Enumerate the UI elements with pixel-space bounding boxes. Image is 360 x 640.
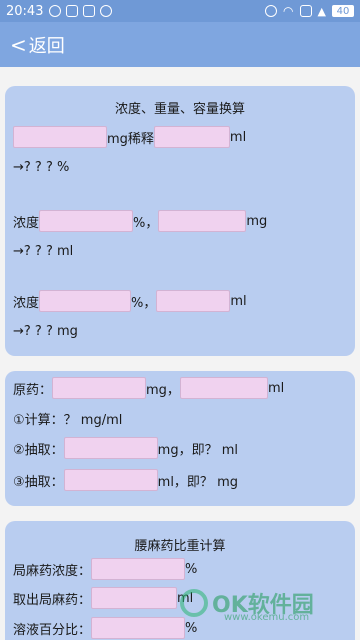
anesthetic-volume-input[interactable] [91,587,178,609]
ml-input[interactable] [156,290,231,312]
card1-r3-result-text: →? ? ? mg [13,324,78,339]
card1-r2-label: 浓度 [13,215,40,231]
card2-r4-unit: ml，即？ mg [157,474,238,490]
card1-r2-result-text: →? ? ? ml [13,244,74,259]
card3-title: 腰麻药比重计算 [134,539,226,554]
signal-icon: ▲ [317,4,326,18]
original-mg-input[interactable] [52,377,147,399]
mail-icon [83,5,96,17]
card3-r3-label: 溶液百分比： [13,622,92,638]
extract-ml-input[interactable] [63,469,158,491]
card1-r2-unit1: %， [133,215,159,231]
card1-title: 浓度、重量、容量换算 [114,102,245,117]
card1-r1-unit1: mg稀释 [107,131,154,147]
mail-icon [299,5,312,17]
battery-level: 40 [336,5,350,17]
card1-r1-result-text: →? ? ? % [13,160,70,175]
card1-r2-result: →? ? ? ml [13,244,73,259]
card1-r1-unit2: ml [229,129,247,145]
status-time: 20:43 [6,3,44,19]
original-ml-input[interactable] [179,377,268,399]
card3-row3: 溶液百分比： % [13,617,197,639]
solution-percent-input[interactable] [91,617,186,639]
card3-r2-label: 取出局麻药： [13,592,92,608]
watermark-sub: www.okemu.com [224,612,310,623]
card3-row1: 局麻药浓度： % [13,558,197,580]
card2-row4: ③抽取： ml，即？ mg [13,469,238,491]
card1-row2: 浓度 %， mg [13,210,267,232]
card3-r1-unit: % [185,561,198,577]
battery-icon: 40 [332,5,354,17]
concentration-input[interactable] [39,290,132,312]
card2-r4-label: ③抽取： [13,474,64,490]
card3-row2: 取出局麻药： ml [13,587,193,609]
card1-r1-result: →? ? ? % [13,160,69,175]
card1-row3: 浓度 %， ml [13,290,247,312]
watermark: OK软件园 www.okemu.com [180,586,356,623]
card1-r3-unit1: %， [131,295,157,311]
mg-input[interactable] [158,210,247,232]
card1-r2-unit2: mg [246,213,268,229]
message-icon [49,5,62,17]
ml-input[interactable] [153,126,230,148]
card2-row2: ①计算：？ mg/ml [13,409,122,428]
check-icon [100,5,113,17]
back-button[interactable]: 返回 [29,32,65,58]
concentration-input[interactable] [39,210,134,232]
app-bar: < 返回 [0,22,360,67]
card1-r3-result: →? ? ? mg [13,324,78,339]
card2-r1-unit1: mg， [146,382,180,398]
card1-row1: mg稀释 ml [13,126,246,148]
anesthetic-concentration-input[interactable] [91,558,186,580]
calc-result-text: ①计算：？ mg/ml [13,413,123,428]
card2-row1: 原药： mg， ml [13,377,284,399]
mg-input[interactable] [13,126,107,148]
dosage-card: 原药： mg， ml ①计算：？ mg/ml ②抽取： mg，即？ ml ③抽取… [5,371,355,506]
card3-r1-label: 局麻药浓度： [13,563,92,579]
card2-row3: ②抽取： mg，即？ ml [13,437,238,459]
card2-r3-label: ②抽取： [13,442,64,458]
card1-r3-unit2: ml [230,293,247,309]
wifi-icon: ◠ [283,4,294,18]
concentration-weight-volume-card: 浓度、重量、容量换算 mg稀释 ml →? ? ? % 浓度 %， mg →? … [5,86,355,356]
watermark-logo-icon [180,589,208,617]
extract-mg-input[interactable] [63,437,158,459]
back-arrow-icon[interactable]: < [10,35,27,55]
status-bar: 20:43 ◠ ▲ 40 [0,0,360,22]
card2-r1-label: 原药： [13,382,53,398]
card2-r3-unit: mg，即？ ml [157,442,238,458]
card1-r3-label: 浓度 [13,295,40,311]
card3-r3-unit: % [185,620,198,636]
card2-r1-unit2: ml [267,380,285,396]
alarm-icon [265,5,278,17]
message-icon [66,5,79,17]
